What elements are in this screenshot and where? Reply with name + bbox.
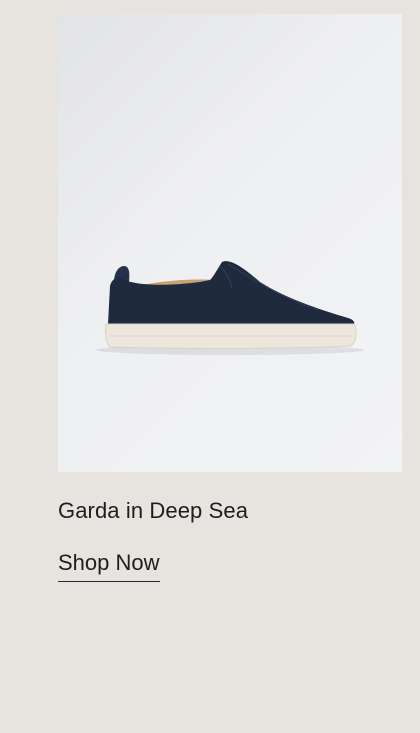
shop-now-link[interactable]: Shop Now [58,548,160,582]
sneaker-illustration [96,261,364,355]
product-card: Garda in Deep Sea Shop Now [0,0,420,733]
product-title: Garda in Deep Sea [58,498,249,523]
product-image[interactable] [58,14,402,472]
shoe-upper [108,261,355,326]
